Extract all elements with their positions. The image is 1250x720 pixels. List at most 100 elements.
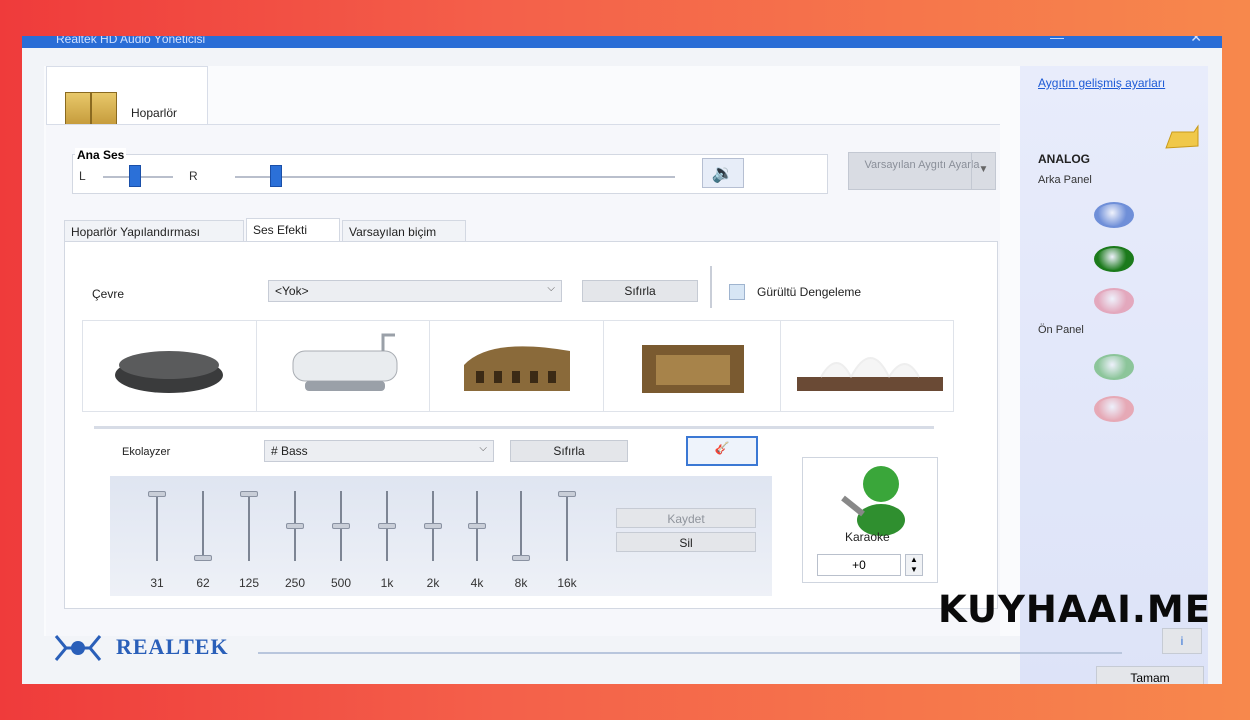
rear-jack-green[interactable] <box>1094 246 1134 272</box>
eq-knob[interactable] <box>378 523 396 529</box>
eq-knob[interactable] <box>286 523 304 529</box>
watermark: KUYHAAI.ME <box>938 588 1212 631</box>
colosseum-icon <box>464 346 570 391</box>
eq-freq-label: 62 <box>196 576 210 590</box>
environment-opera-preset[interactable] <box>781 321 954 411</box>
environment-room-preset[interactable] <box>604 321 781 411</box>
karaoke-icon <box>841 466 905 536</box>
balance-left-label: L <box>79 169 86 183</box>
eq-band-slider-2k[interactable] <box>424 491 442 567</box>
tab-speaker-config[interactable]: Hoparlör Yapılandırması <box>64 220 244 242</box>
environment-bathroom-preset[interactable] <box>257 321 430 411</box>
equalizer-preset-value: # Bass <box>271 444 308 458</box>
chevron-down-icon: ⌵ <box>547 283 555 294</box>
advanced-settings-link[interactable]: Aygıtın gelişmiş ayarları <box>1038 76 1188 90</box>
eq-freq-label: 125 <box>238 576 260 590</box>
guitar-icon: 🎸 <box>714 441 730 455</box>
device-tab-label: Hoparlör <box>131 105 178 120</box>
karaoke-panel: Karaoke +0 ▲ ▼ <box>802 457 938 583</box>
eq-band-slider-62[interactable] <box>194 491 212 567</box>
opera-house-icon <box>796 357 943 391</box>
folder-icon[interactable] <box>1164 124 1200 150</box>
front-jack-pink[interactable] <box>1094 396 1134 422</box>
footer-line <box>258 652 1122 654</box>
tab-sound-effect[interactable]: Ses Efekti <box>246 218 340 242</box>
close-button[interactable]: ✕ <box>1190 36 1202 44</box>
eq-freq-label: 4k <box>470 576 484 590</box>
environment-select[interactable]: <Yok> ⌵ <box>268 280 562 302</box>
eq-band-slider-16k[interactable] <box>558 491 576 567</box>
eq-freq-label: 31 <box>150 576 164 590</box>
bathtub-icon <box>292 333 397 391</box>
eq-band-slider-1k[interactable] <box>378 491 396 567</box>
equalizer-reset-button[interactable]: Sıfırla <box>510 440 628 462</box>
environment-label: Çevre <box>92 287 125 301</box>
crab-logo-icon <box>54 635 102 661</box>
eq-band-slider-8k[interactable] <box>512 491 530 567</box>
divider <box>710 266 712 308</box>
save-preset-button[interactable]: Kaydet <box>616 508 756 528</box>
eq-knob[interactable] <box>332 523 350 529</box>
chevron-down-icon: ⌵ <box>479 443 487 454</box>
window-title: Realtek HD Audio Yöneticisi <box>56 36 206 46</box>
karaoke-value-field[interactable]: +0 <box>817 554 901 576</box>
eq-band-slider-4k[interactable] <box>468 491 486 567</box>
room-icon <box>641 345 744 393</box>
eq-band-slider-500[interactable] <box>332 491 350 567</box>
eq-freq-label: 1k <box>380 576 394 590</box>
ok-button[interactable]: Tamam <box>1096 666 1204 684</box>
balance-right-label: R <box>189 169 198 183</box>
front-panel-label: Ön Panel <box>1038 324 1084 336</box>
info-button[interactable]: i <box>1162 628 1202 654</box>
eq-knob[interactable] <box>468 523 486 529</box>
analog-heading: ANALOG <box>1038 152 1090 166</box>
eq-freq-label: 2k <box>426 576 440 590</box>
minimize-button[interactable]: — <box>1050 36 1064 44</box>
brand-name: REALTEK <box>116 634 229 659</box>
rear-jack-pink[interactable] <box>1094 288 1134 314</box>
environment-colosseum-preset[interactable] <box>430 321 604 411</box>
karaoke-label: Karaoke <box>845 530 890 544</box>
equalizer-preset-select[interactable]: # Bass ⌵ <box>264 440 494 462</box>
realtek-window: Realtek HD Audio Yöneticisi — ✕ Hoparlör… <box>22 36 1222 684</box>
environment-reset-button[interactable]: Sıfırla <box>582 280 698 302</box>
eq-track <box>248 491 250 561</box>
eq-band-slider-250[interactable] <box>286 491 304 567</box>
eq-knob[interactable] <box>148 491 166 497</box>
rear-panel-label: Arka Panel <box>1038 174 1092 186</box>
environment-stone-preset[interactable] <box>83 321 257 411</box>
eq-track <box>202 491 204 561</box>
front-jack-green[interactable] <box>1094 354 1134 380</box>
chevron-down-icon[interactable]: ▼ <box>971 153 995 189</box>
eq-band-slider-125[interactable] <box>240 491 258 567</box>
balance-slider[interactable] <box>128 165 141 187</box>
eq-knob[interactable] <box>194 555 212 561</box>
delete-preset-button[interactable]: Sil <box>616 532 756 552</box>
volume-slider[interactable] <box>270 165 283 187</box>
eq-freq-label: 250 <box>284 576 306 590</box>
eq-knob[interactable] <box>512 555 530 561</box>
tab-default-format[interactable]: Varsayılan biçim <box>342 220 466 242</box>
realtek-logo: REALTEK <box>50 630 260 670</box>
environment-value: <Yok> <box>275 284 309 298</box>
section-divider <box>94 426 934 429</box>
eq-freq-label: 8k <box>514 576 528 590</box>
rear-jack-blue[interactable] <box>1094 202 1134 228</box>
guitar-mode-button[interactable]: 🎸 <box>686 436 758 466</box>
eq-band-slider-31[interactable] <box>148 491 166 567</box>
environment-presets <box>82 320 954 412</box>
karaoke-stepper[interactable]: ▲ ▼ <box>905 554 923 576</box>
mute-button[interactable]: 🔉 <box>702 158 744 188</box>
noise-suppression-checkbox[interactable] <box>729 284 745 300</box>
eq-freq-label: 16k <box>557 576 577 590</box>
eq-knob[interactable] <box>240 491 258 497</box>
equalizer-label: Ekolayzer <box>122 446 171 458</box>
eq-track <box>520 491 522 561</box>
master-volume-title: Ana Ses <box>75 148 127 162</box>
default-device-label: Varsayılan Aygıtı Ayarla <box>864 159 980 171</box>
eq-knob[interactable] <box>424 523 442 529</box>
eq-knob[interactable] <box>558 491 576 497</box>
default-device-button[interactable]: Varsayılan Aygıtı Ayarla ▼ <box>848 152 996 190</box>
eq-freq-label: 500 <box>330 576 352 590</box>
eq-track <box>156 491 158 561</box>
